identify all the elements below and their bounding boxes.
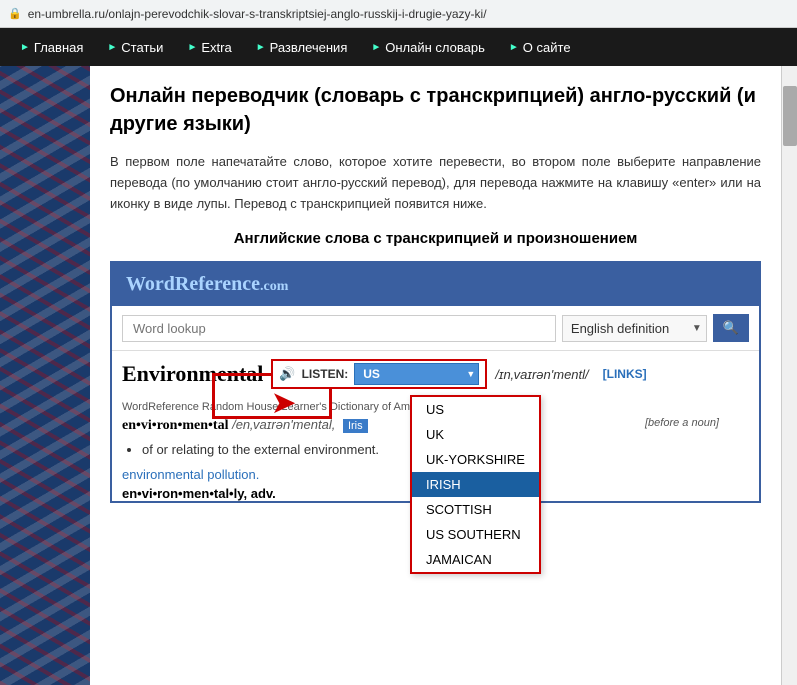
lock-icon: 🔒 <box>8 7 22 20</box>
phonetic-ipa: /en‚vaɪrən'mental, <box>232 417 335 432</box>
nav-arrow-dictionary: ► <box>371 42 381 53</box>
wordref-widget: WordReference.com English definition Eng… <box>110 261 761 503</box>
section-heading: Английские слова с транскрипцией и произ… <box>110 230 761 247</box>
accent-select[interactable]: US UK UK-YORKSHIRE IRISH SCOTTISH US SOU… <box>354 363 479 385</box>
dropdown-item-jamaican[interactable]: JAMAICAN <box>412 547 539 572</box>
dropdown-item-us[interactable]: US <box>412 397 539 422</box>
address-bar: 🔒 en-umbrella.ru/onlajn-perevodchik-slov… <box>0 0 797 28</box>
listen-area: 🔊 LISTEN: US UK UK-YORKSHIRE IRISH SCOTT… <box>271 359 487 389</box>
nav-item-home[interactable]: ► Главная <box>10 34 93 61</box>
nav-arrow-entertainment: ► <box>256 42 266 53</box>
nav-arrow-extra: ► <box>187 42 197 53</box>
dropdown-item-us-southern[interactable]: US SOUTHERN <box>412 522 539 547</box>
iris-badge-text: Iris <box>343 419 368 433</box>
red-arrow-icon: ➤ <box>272 386 295 419</box>
links-button[interactable]: [LINKS] <box>603 367 647 381</box>
nav-item-about[interactable]: ► О сайте <box>499 34 581 61</box>
dropdown-item-irish[interactable]: IRISH <box>412 472 539 497</box>
word-entry-row: Environmental ➤ 🔊 LISTEN: US UK UK-YORKS… <box>112 351 759 397</box>
transcription: /ɪn‚vaɪrən'mentl/ <box>495 367 588 382</box>
right-sidebar-scrollbar[interactable] <box>781 66 797 685</box>
speaker-icon: 🔊 <box>279 366 295 382</box>
wordref-header: WordReference.com <box>112 263 759 306</box>
nav-item-dictionary[interactable]: ► Онлайн словарь <box>361 34 495 61</box>
search-input[interactable] <box>122 315 556 342</box>
dropdown-item-uk-yorkshire[interactable]: UK-YORKSHIRE <box>412 447 539 472</box>
lang-select[interactable]: English definition English→Russian Russi… <box>563 316 692 341</box>
main-content: Онлайн переводчик (словарь с транскрипци… <box>0 66 797 685</box>
nav-item-entertainment[interactable]: ► Развлечения <box>246 34 358 61</box>
nav-arrow-about: ► <box>509 42 519 53</box>
listen-label: LISTEN: <box>302 367 349 381</box>
iris-badge: Iris <box>339 417 368 432</box>
nav-label-articles: Статьи <box>121 40 163 55</box>
accent-dropdown: US UK UK-YORKSHIRE IRISH SCOTTISH US SOU… <box>410 395 541 574</box>
url-text: en-umbrella.ru/onlajn-perevodchik-slovar… <box>28 7 487 21</box>
description-text: В первом поле напечатайте слово, которое… <box>110 152 761 214</box>
content-area: Онлайн переводчик (словарь с транскрипци… <box>90 66 781 685</box>
wordref-logo: WordReference.com <box>126 273 288 296</box>
nav-arrow-articles: ► <box>107 42 117 53</box>
phonetic-bold: en•vi•ron•men•tal <box>122 418 228 433</box>
nav-item-extra[interactable]: ► Extra <box>177 34 241 61</box>
dropdown-item-scottish[interactable]: SCOTTISH <box>412 497 539 522</box>
wordref-search-row: English definition English→Russian Russi… <box>112 306 759 351</box>
scrollbar-thumb[interactable] <box>783 86 797 146</box>
nav-arrow-home: ► <box>20 42 30 53</box>
nav-item-articles[interactable]: ► Статьи <box>97 34 173 61</box>
left-sidebar <box>0 66 90 685</box>
dropdown-item-uk[interactable]: UK <box>412 422 539 447</box>
before-noun-note: [before a noun] <box>645 417 719 429</box>
search-button[interactable]: 🔍 <box>713 314 749 342</box>
nav-label-dictionary: Онлайн словарь <box>385 40 485 55</box>
nav-bar: ► Главная ► Статьи ► Extra ► Развлечения… <box>0 28 797 66</box>
example-link[interactable]: environmental pollution. <box>122 467 259 482</box>
nav-label-extra: Extra <box>201 40 231 55</box>
accent-select-wrapper: US UK UK-YORKSHIRE IRISH SCOTTISH US SOU… <box>354 363 479 385</box>
nav-label-about: О сайте <box>523 40 571 55</box>
page-title: Онлайн переводчик (словарь с транскрипци… <box>110 82 761 138</box>
nav-label-home: Главная <box>34 40 83 55</box>
nav-label-entertainment: Развлечения <box>270 40 348 55</box>
lang-select-arrow-icon: ▼ <box>692 323 702 334</box>
lang-select-wrapper: English definition English→Russian Russi… <box>562 315 707 342</box>
